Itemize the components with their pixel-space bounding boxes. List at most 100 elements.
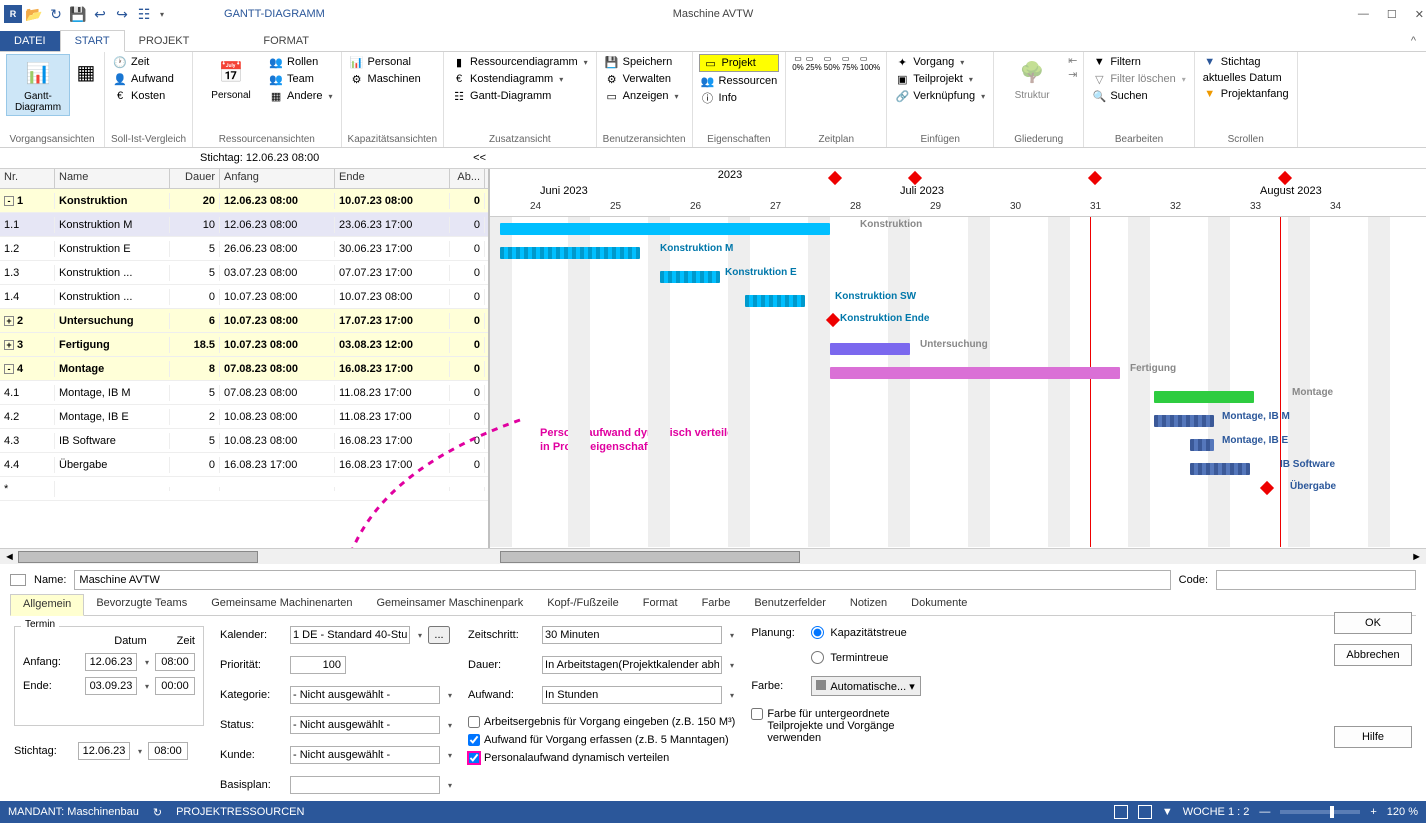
basisplan-select[interactable] xyxy=(290,776,440,794)
kategorie-select[interactable] xyxy=(290,686,440,704)
teilprojekt-button[interactable]: ▣Teilprojekt▾ xyxy=(893,71,987,87)
anfang-date[interactable] xyxy=(85,653,137,671)
ende-date[interactable] xyxy=(85,677,137,695)
table-row[interactable]: * xyxy=(0,477,488,501)
help-button[interactable]: Hilfe xyxy=(1334,726,1412,748)
cancel-button[interactable]: Abbrechen xyxy=(1334,644,1412,666)
personal-button[interactable]: 📅Personal xyxy=(199,54,263,103)
farbe-select[interactable]: Automatische... ▾ xyxy=(811,676,921,696)
table-row[interactable]: 1.3Konstruktion ...503.07.23 08:0007.07.… xyxy=(0,261,488,285)
scroll-left-icon[interactable]: ◄ xyxy=(0,551,19,563)
gantt-bar[interactable] xyxy=(500,223,830,235)
kap-maschinen-button[interactable]: ⚙Maschinen xyxy=(348,71,438,87)
zeit-button[interactable]: 🕐Zeit xyxy=(111,54,186,70)
andere-button[interactable]: ▦Andere▾ xyxy=(267,88,335,104)
minimize-icon[interactable]: — xyxy=(1358,8,1369,21)
kalender-select[interactable] xyxy=(290,626,410,644)
gantt-bar[interactable] xyxy=(500,247,640,259)
progress-50[interactable]: ▭50% xyxy=(824,54,840,72)
col-ende[interactable]: Ende xyxy=(335,169,450,188)
table-row[interactable]: +3Fertigung18.510.07.23 08:0003.08.23 12… xyxy=(0,333,488,357)
qat-more-icon[interactable]: ▾ xyxy=(160,10,164,19)
close-icon[interactable]: ✕ xyxy=(1415,8,1424,21)
table-row[interactable]: -1Konstruktion2012.06.23 08:0010.07.23 0… xyxy=(0,189,488,213)
col-ab[interactable]: Ab... xyxy=(450,169,485,188)
prop-tab[interactable]: Gemeinsame Machinenarten xyxy=(199,594,364,615)
save-icon[interactable]: 💾 xyxy=(70,6,86,22)
prop-tab[interactable]: Kopf-/Fußzeile xyxy=(535,594,631,615)
code-input[interactable] xyxy=(1216,570,1416,590)
zoom-slider[interactable] xyxy=(1280,810,1360,814)
suchen-button[interactable]: 🔍Suchen xyxy=(1090,88,1187,104)
ende-time[interactable] xyxy=(155,677,195,695)
zeitschritt-select[interactable] xyxy=(542,626,722,644)
redo-icon[interactable]: ↪ xyxy=(114,6,130,22)
gantt-bar[interactable] xyxy=(1154,391,1254,403)
kalender-more-button[interactable]: ... xyxy=(428,626,450,644)
prop-tab[interactable]: Farbe xyxy=(690,594,743,615)
kosten-button[interactable]: €Kosten xyxy=(111,88,186,104)
col-nr[interactable]: Nr. xyxy=(0,169,55,188)
table-row[interactable]: 1.4Konstruktion ...010.07.23 08:0010.07.… xyxy=(0,285,488,309)
projekt-props-button[interactable]: ▭Projekt xyxy=(699,54,780,72)
table-row[interactable]: 1.2Konstruktion E526.06.23 08:0030.06.23… xyxy=(0,237,488,261)
tab-format[interactable]: FORMAT xyxy=(249,31,323,51)
res-diagramm-button[interactable]: ▮Ressourcendiagramm▾ xyxy=(450,54,590,70)
projstart-scroll-button[interactable]: ▼Projektanfang xyxy=(1201,86,1291,102)
kunde-select[interactable] xyxy=(290,746,440,764)
scroll-thumb-right[interactable] xyxy=(500,551,800,563)
prop-tab[interactable]: Dokumente xyxy=(899,594,979,615)
progress-100[interactable]: ▭100% xyxy=(860,54,880,72)
table-row[interactable]: 4.1Montage, IB M507.08.23 08:0011.08.23 … xyxy=(0,381,488,405)
chk-farbe-sub[interactable] xyxy=(751,708,763,720)
status-refresh-icon[interactable]: ↻ xyxy=(153,806,162,819)
gantt-chart[interactable]: 2023 Juni 2023Juli 2023August 2023 24252… xyxy=(490,169,1426,548)
refresh-icon[interactable]: ↻ xyxy=(48,6,64,22)
gantt-diagramm-button[interactable]: 📊 Gantt-Diagramm xyxy=(6,54,70,116)
stichtag-scroll-button[interactable]: ▼Stichtag xyxy=(1201,54,1291,70)
today-scroll-button[interactable]: aktuelles Datum xyxy=(1201,71,1291,85)
gantt2-button[interactable]: ☷Gantt-Diagramm xyxy=(450,88,590,104)
radio-kapazitaet[interactable] xyxy=(811,626,824,639)
tab-projekt[interactable]: PROJEKT xyxy=(125,31,204,51)
prio-input[interactable] xyxy=(290,656,346,674)
zoom-in-icon[interactable]: + xyxy=(1370,806,1376,818)
chk-personal-dynamisch[interactable] xyxy=(468,752,480,764)
prop-tab[interactable]: Benutzerfelder xyxy=(742,594,838,615)
prop-tab[interactable]: Bevorzugte Teams xyxy=(84,594,199,615)
maximize-icon[interactable]: ☐ xyxy=(1387,8,1397,21)
table-row[interactable]: 4.4Übergabe016.08.23 17:0016.08.23 17:00… xyxy=(0,453,488,477)
dauer-select[interactable] xyxy=(542,656,722,674)
col-dauer[interactable]: Dauer xyxy=(170,169,220,188)
tab-start[interactable]: START xyxy=(60,30,125,52)
gantt-bar[interactable] xyxy=(1154,415,1214,427)
kosten-diagramm-button[interactable]: €Kostendiagramm▾ xyxy=(450,71,590,87)
prop-tab[interactable]: Allgemein xyxy=(10,594,84,616)
gantt-body[interactable]: Personalaufwand dynamisch verteilenin Pr… xyxy=(490,217,1426,547)
prop-tab[interactable]: Notizen xyxy=(838,594,899,615)
open-icon[interactable]: 📂 xyxy=(26,6,42,22)
team-button[interactable]: 👥Team xyxy=(267,71,335,87)
progress-75[interactable]: ▭75% xyxy=(842,54,858,72)
zoom-out-icon[interactable]: — xyxy=(1259,806,1270,818)
prop-tab[interactable]: Gemeinsamer Maschinenpark xyxy=(364,594,535,615)
view-more-button[interactable]: ▦ xyxy=(74,54,98,90)
status-select[interactable] xyxy=(290,716,440,734)
aufwand-select[interactable] xyxy=(542,686,722,704)
table-row[interactable]: 1.1Konstruktion M1012.06.23 08:0023.06.2… xyxy=(0,213,488,237)
ok-button[interactable]: OK xyxy=(1334,612,1412,634)
rollen-button[interactable]: 👥Rollen xyxy=(267,54,335,70)
anfang-time[interactable] xyxy=(155,653,195,671)
sb-icon-1[interactable] xyxy=(1114,805,1128,819)
ribbon-collapse-icon[interactable]: ^ xyxy=(1401,31,1426,51)
undo-icon[interactable]: ↩ xyxy=(92,6,108,22)
scroll-thumb-left[interactable] xyxy=(18,551,258,563)
table-row[interactable]: 4.2Montage, IB E210.08.23 08:0011.08.23 … xyxy=(0,405,488,429)
h-scrollbar[interactable]: ◄ ► xyxy=(0,548,1426,564)
speichern-button[interactable]: 💾Speichern xyxy=(603,54,686,70)
chk-arbeitsergebnis[interactable] xyxy=(468,716,480,728)
ressourcen-button[interactable]: 👥Ressourcen xyxy=(699,73,780,89)
progress-0[interactable]: ▭0% xyxy=(792,54,804,72)
sb-icon-2[interactable] xyxy=(1138,805,1152,819)
sb-flag-icon[interactable]: ▼ xyxy=(1162,806,1173,818)
